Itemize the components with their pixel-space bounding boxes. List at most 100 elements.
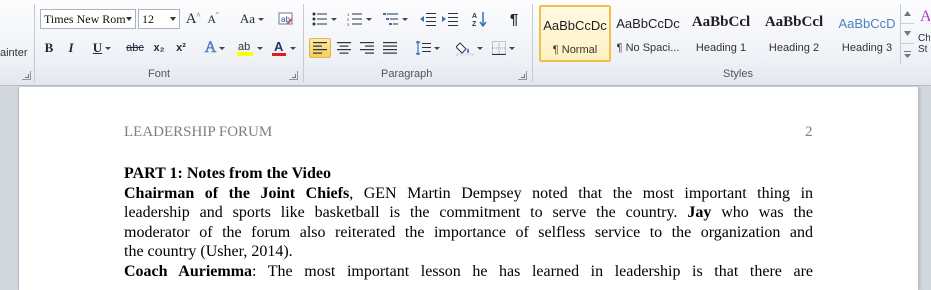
increase-indent-button[interactable] [440, 9, 460, 29]
style-heading-3[interactable]: AaBbCcD Heading 3 [831, 5, 903, 62]
font-family-combo[interactable]: Times New Rom [40, 9, 136, 29]
decrease-indent-button[interactable] [418, 9, 438, 29]
ribbon: ainter Times New Rom 12 A ^ Aˇ Aa ab B I … [0, 0, 931, 86]
change-styles-icon: A [920, 8, 931, 25]
svg-text:A: A [472, 13, 477, 20]
text-run: leadership and sports like basketball is… [124, 204, 688, 221]
style-sample: AaBbCcDc [543, 18, 607, 33]
font-dialog-launcher[interactable] [289, 71, 298, 80]
chevron-down-icon [256, 46, 263, 50]
paragraph-line: moderator of the forum also reiterated t… [124, 223, 813, 241]
styles-group-label: Styles [723, 68, 753, 80]
bold-term: Chairman of the Joint Chiefs [124, 184, 350, 202]
style-no-spacing[interactable]: AaBbCcDc ¶ No Spaci... [612, 5, 684, 62]
styles-gallery: AaBbCcDc ¶ Normal AaBbCcDc ¶ No Spaci...… [538, 5, 896, 64]
change-case-button[interactable]: Aa [238, 9, 266, 29]
paragraph-line: leadership and sports like basketball is… [124, 203, 813, 223]
scroll-down-icon[interactable] [901, 24, 914, 44]
style-name: ¶ Normal [552, 44, 598, 56]
superscript-icon: x² [176, 42, 186, 54]
text-run: who was the [711, 204, 814, 221]
more-styles-icon[interactable] [901, 44, 914, 64]
borders-icon [491, 41, 506, 55]
chevron-down-icon [401, 17, 408, 21]
group-separator [34, 4, 35, 82]
underline-button[interactable]: U [86, 38, 118, 58]
font-family-value: Times New Rom [44, 12, 126, 26]
text-effects-button[interactable]: A [200, 38, 230, 58]
numbering-button[interactable]: 123 [344, 9, 374, 29]
style-heading-1[interactable]: AaBbCcl Heading 1 [685, 5, 757, 62]
bold-term: Jay [687, 204, 712, 221]
font-color-icon: A [271, 39, 286, 56]
font-size-combo[interactable]: 12 [138, 9, 180, 29]
change-case-icon: Aa [239, 11, 256, 26]
borders-button[interactable] [488, 38, 518, 58]
change-styles-button[interactable]: A Ch St [917, 4, 931, 64]
clear-formatting-button[interactable]: ab [276, 9, 296, 29]
sort-az-icon: AZ [472, 12, 487, 27]
style-sample: AaBbCcD [838, 16, 896, 31]
multilevel-list-icon [382, 13, 398, 25]
clipboard-dialog-launcher[interactable] [22, 71, 31, 80]
increase-indent-icon [442, 13, 458, 26]
bullets-button[interactable] [310, 9, 338, 29]
paragraph-dialog-launcher[interactable] [518, 71, 527, 80]
style-name: Heading 1 [695, 42, 747, 54]
chevron-down-icon [365, 17, 372, 21]
svg-text:A: A [274, 39, 284, 54]
paragraph-line: the country (Usher, 2014). [124, 243, 293, 260]
group-separator [532, 4, 533, 82]
styles-gallery-scroller[interactable] [900, 4, 914, 64]
svg-text:ab: ab [238, 41, 250, 53]
chevron-down-icon[interactable] [126, 17, 132, 21]
bold-button[interactable]: B [40, 38, 58, 58]
up-caret-icon: ^ [196, 10, 201, 20]
style-name: ¶ No Spaci... [616, 42, 680, 54]
document-page[interactable]: LEADERSHIP FORUM 2 PART 1: Notes from th… [18, 87, 919, 290]
text-run: : The most important lesson he has learn… [252, 262, 813, 280]
running-header: LEADERSHIP FORUM [124, 124, 273, 140]
paint-bucket-icon [455, 42, 473, 56]
grow-font-button[interactable]: A ^ [184, 9, 202, 29]
numbered-list-icon: 123 [347, 12, 362, 26]
format-painter-label[interactable]: ainter [0, 47, 28, 59]
style-heading-2[interactable]: AaBbCcl Heading 2 [758, 5, 830, 62]
document-body[interactable]: PART 1: Notes from the Video Chairman of… [124, 164, 813, 281]
bullet-list-icon [312, 12, 327, 26]
line-spacing-icon [415, 41, 431, 55]
sort-button[interactable]: AZ [470, 9, 490, 29]
scroll-up-icon[interactable] [901, 4, 914, 24]
align-right-icon [360, 42, 374, 54]
chevron-down-icon [219, 46, 226, 50]
font-color-button[interactable]: A [268, 38, 298, 58]
italic-button[interactable]: I [62, 38, 80, 58]
highlight-color-button[interactable]: ab [234, 38, 264, 58]
subscript-button[interactable]: x₂ [150, 38, 168, 58]
shrink-font-button[interactable]: Aˇ [204, 9, 222, 29]
text-effects-icon: A [204, 39, 217, 57]
svg-text:A: A [920, 8, 931, 25]
page-number: 2 [805, 124, 813, 140]
group-separator [303, 4, 304, 82]
clear-formatting-icon: ab [278, 12, 293, 25]
multilevel-list-button[interactable] [380, 9, 410, 29]
chevron-down-icon [258, 17, 265, 21]
strikethrough-button[interactable]: abc [124, 38, 146, 58]
underline-icon: U [92, 40, 103, 55]
line-spacing-button[interactable] [412, 38, 442, 58]
paragraph-group-label: Paragraph [381, 68, 433, 80]
align-right-button[interactable] [357, 38, 377, 58]
shrink-font-icon: A [207, 11, 216, 26]
shading-button[interactable] [454, 38, 484, 58]
superscript-button[interactable]: x² [172, 38, 190, 58]
style-name: Heading 3 [841, 42, 893, 54]
align-center-button[interactable] [334, 38, 354, 58]
align-left-icon [313, 42, 327, 54]
chevron-down-icon[interactable] [170, 17, 176, 21]
style-name: Heading 2 [768, 42, 820, 54]
align-left-button[interactable] [309, 38, 331, 58]
style-normal[interactable]: AaBbCcDc ¶ Normal [539, 5, 611, 62]
justify-button[interactable] [380, 38, 400, 58]
show-hide-marks-button[interactable]: ¶ [504, 9, 524, 29]
